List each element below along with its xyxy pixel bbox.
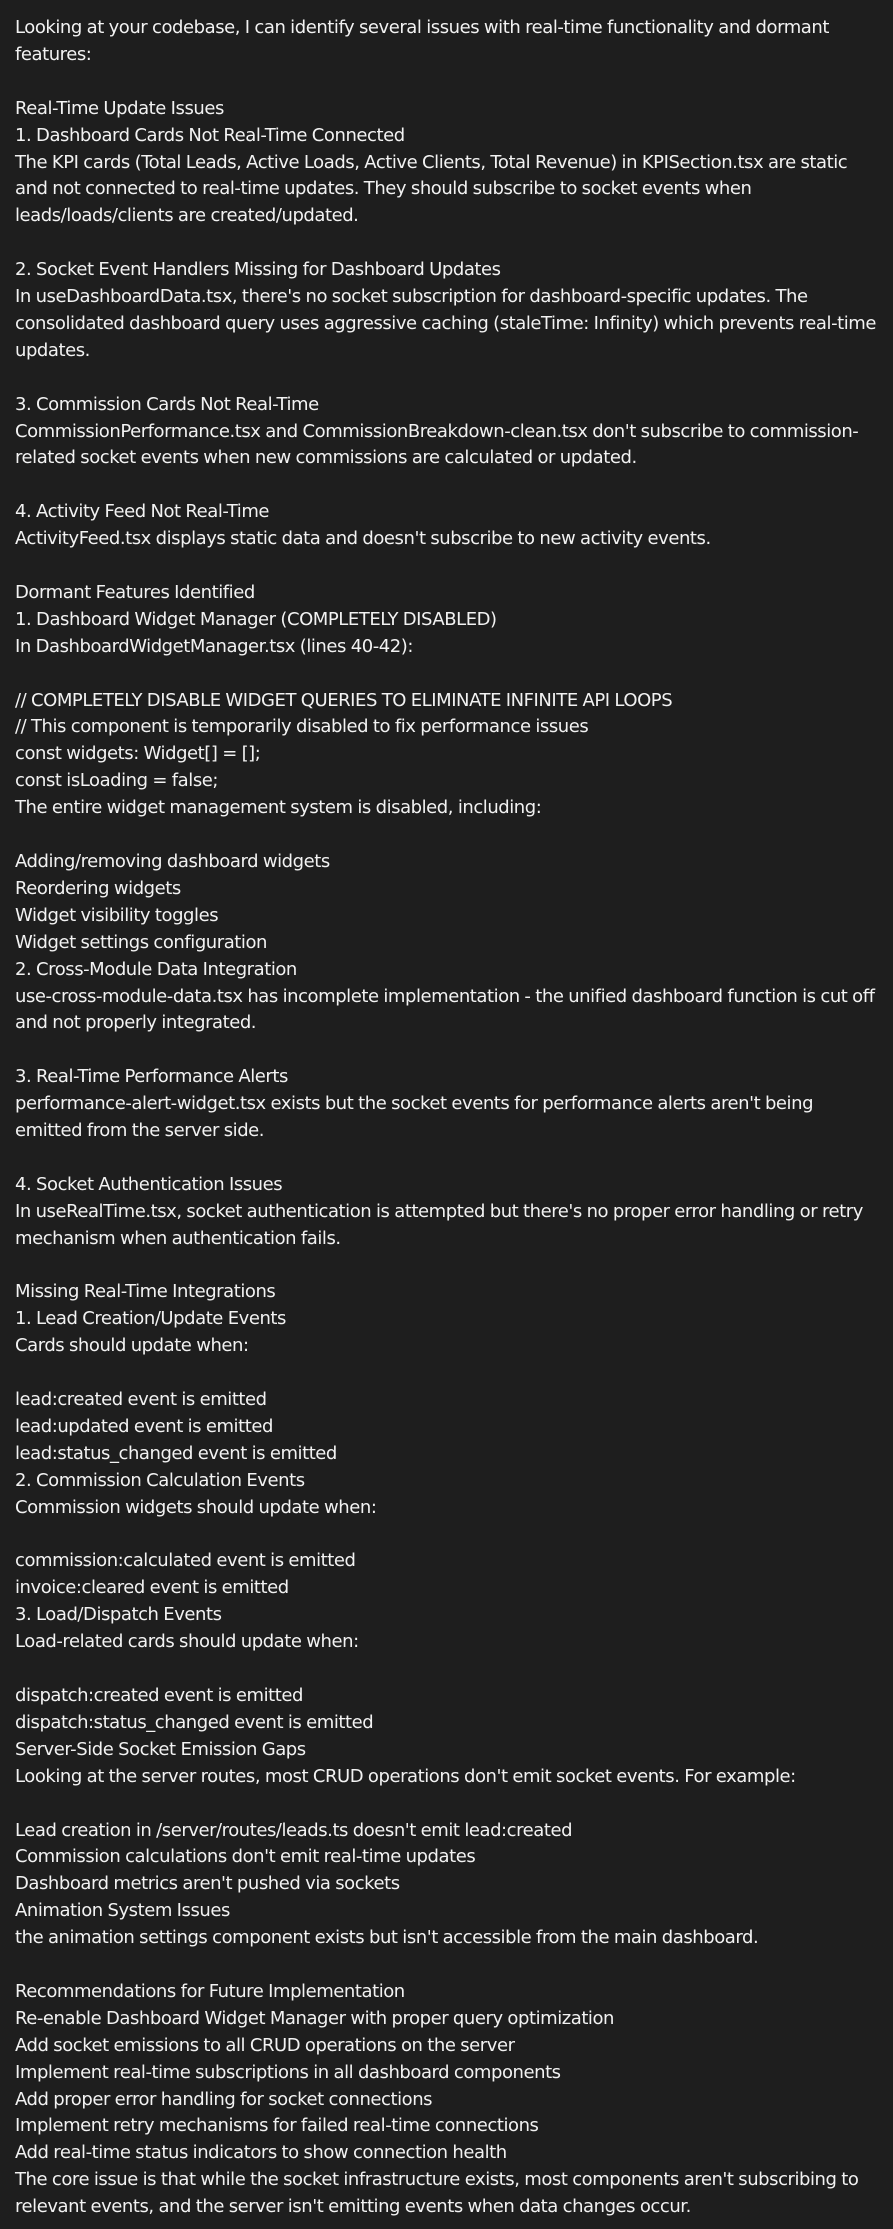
text-line: const widgets: Widget[] = [];: [15, 743, 261, 765]
text-line: 1. Dashboard Widget Manager (COMPLETELY …: [15, 608, 497, 630]
text-line: 3. Real-Time Performance Alerts: [15, 1066, 288, 1088]
text-line: ActivityFeed.tsx displays static data an…: [15, 528, 711, 550]
text-line: Widget visibility toggles: [15, 904, 219, 926]
text-line: commission:calculated event is emitted: [15, 1550, 356, 1572]
text-line: performance-alert-widget.tsx exists but …: [15, 1093, 814, 1142]
text-line: const isLoading = false;: [15, 770, 218, 792]
text-line: Missing Real-Time Integrations: [15, 1281, 276, 1303]
text-line: Server-Side Socket Emission Gaps: [15, 1738, 306, 1760]
text-line: Animation System Issues: [15, 1900, 230, 1922]
text-line: CommissionPerformance.tsx and Commission…: [15, 420, 859, 469]
text-line: Implement retry mechanisms for failed re…: [15, 2115, 539, 2137]
text-line: Looking at your codebase, I can identify…: [15, 17, 829, 65]
text-line: dispatch:status_changed event is emitted: [15, 1711, 374, 1733]
text-line: Adding/removing dashboard widgets: [15, 850, 330, 872]
text-line: invoice:cleared event is emitted: [15, 1577, 289, 1599]
text-line: 1. Lead Creation/Update Events: [15, 1308, 286, 1330]
text-line: Widget settings configuration: [15, 931, 267, 953]
text-line: Reordering widgets: [15, 877, 181, 899]
text-line: Recommendations for Future Implementatio…: [15, 1980, 405, 2002]
text-line: Add socket emissions to all CRUD operati…: [15, 2034, 515, 2056]
text-line: 4. Activity Feed Not Real-Time: [15, 501, 270, 523]
text-line: Re-enable Dashboard Widget Manager with …: [15, 2007, 615, 2029]
text-line: The core issue is that while the socket …: [15, 2169, 859, 2218]
text-line: Lead creation in /server/routes/leads.ts…: [15, 1819, 573, 1841]
text-line: lead:status_changed event is emitted: [15, 1442, 337, 1464]
text-line: The entire widget management system is d…: [15, 797, 542, 819]
text-line: 3. Load/Dispatch Events: [15, 1604, 222, 1626]
message-document: Looking at your codebase, I can identify…: [0, 0, 893, 2229]
text-line: Implement real-time subscriptions in all…: [15, 2061, 561, 2083]
text-line: 2. Commission Calculation Events: [15, 1469, 305, 1491]
text-line: lead:updated event is emitted: [15, 1415, 273, 1437]
text-line: Add proper error handling for socket con…: [15, 2088, 433, 2110]
text-line: 2. Socket Event Handlers Missing for Das…: [15, 259, 501, 281]
text-line: lead:created event is emitted: [15, 1389, 267, 1411]
text-line: Looking at the server routes, most CRUD …: [15, 1765, 796, 1787]
text-line: the animation settings component exists …: [15, 1927, 759, 1949]
text-line: 3. Commission Cards Not Real-Time: [15, 393, 319, 415]
text-line: The KPI cards (Total Leads, Active Loads…: [15, 151, 848, 227]
text-line: Cards should update when:: [15, 1335, 249, 1357]
text-line: use-cross-module-data.tsx has incomplete…: [15, 985, 875, 1034]
text-line: 4. Socket Authentication Issues: [15, 1173, 283, 1195]
text-line: Real-Time Update Issues: [15, 97, 224, 119]
text-line: Dashboard metrics aren't pushed via sock…: [15, 1873, 400, 1895]
text-line: In useDashboardData.tsx, there's no sock…: [15, 286, 876, 361]
text-line: Load-related cards should update when:: [15, 1631, 359, 1653]
text-line: dispatch:created event is emitted: [15, 1684, 303, 1706]
text-line: Commission widgets should update when:: [15, 1496, 377, 1518]
text-line: 2. Cross-Module Data Integration: [15, 958, 297, 980]
text-line: // COMPLETELY DISABLE WIDGET QUERIES TO …: [15, 689, 673, 711]
text-line: Dormant Features Identified: [15, 581, 255, 603]
text-line: // This component is temporarily disable…: [15, 716, 589, 738]
text-line: In useRealTime.tsx, socket authenticatio…: [15, 1200, 863, 1249]
text-line: 1. Dashboard Cards Not Real-Time Connect…: [15, 124, 405, 146]
text-line: In DashboardWidgetManager.tsx (lines 40-…: [15, 635, 413, 657]
text-line: Commission calculations don't emit real-…: [15, 1846, 476, 1868]
text-line: Add real-time status indicators to show …: [15, 2142, 507, 2164]
